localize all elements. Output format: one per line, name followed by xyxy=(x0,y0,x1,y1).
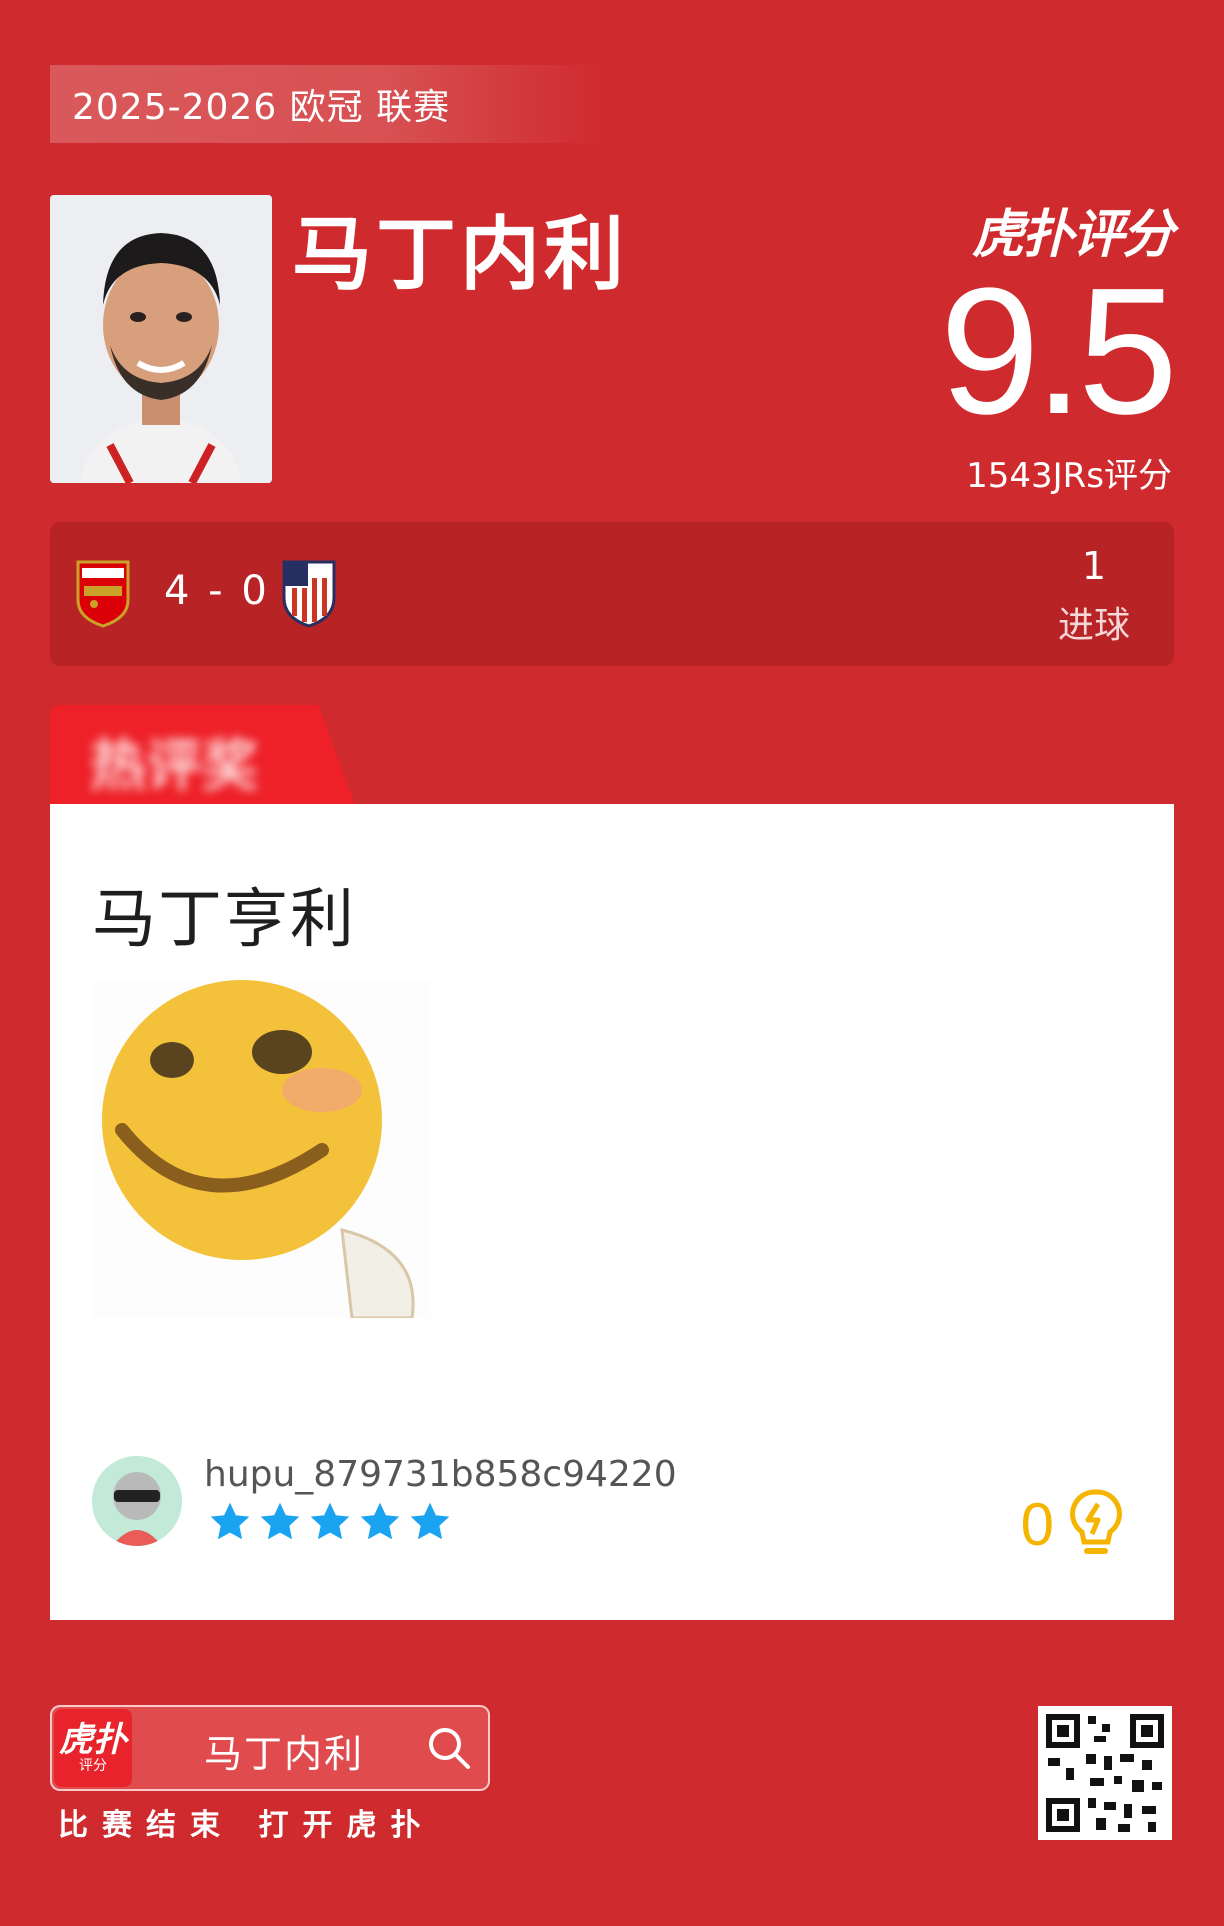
star-icon xyxy=(210,1502,250,1540)
goals-label: 进球 xyxy=(1057,605,1130,646)
qr-code xyxy=(1038,1706,1172,1840)
comment-text: 马丁亨利 xyxy=(92,883,356,957)
open-app-prompt: 比赛结束 打开虎扑 xyxy=(58,1808,435,1843)
player-photo xyxy=(50,195,272,483)
star-icon xyxy=(410,1502,450,1540)
atletico-badge-icon xyxy=(280,558,338,628)
lightbulb-icon xyxy=(1070,1489,1122,1554)
league-label: 2025-2026 欧冠 联赛 xyxy=(72,87,451,128)
user-avatar[interactable] xyxy=(92,1456,182,1546)
app-icon-main: 虎扑 xyxy=(59,1720,127,1760)
rater-count: 1543JRs评分 xyxy=(966,456,1172,496)
username[interactable]: hupu_879731b858c94220 xyxy=(204,1454,677,1495)
hupu-app-icon[interactable]: 虎扑 评分 xyxy=(54,1709,132,1787)
league-banner: 2025-2026 欧冠 联赛 xyxy=(50,65,610,143)
star-icon xyxy=(360,1502,400,1540)
goals-value: 1 xyxy=(1081,544,1107,588)
match-score: 4 - 0 xyxy=(164,568,270,614)
like-button[interactable]: 0 xyxy=(1021,1488,1124,1560)
search-icon[interactable] xyxy=(426,1725,472,1771)
player-name: 马丁内利 xyxy=(292,208,628,301)
star-icon xyxy=(310,1502,350,1540)
tab-hot-comment[interactable]: 热评奖 xyxy=(50,705,355,805)
comment-card[interactable]: 马丁亨利 hupu_879731b858c94220 0 xyxy=(50,804,1174,1620)
match-summary[interactable]: 4 - 0 1 进球 xyxy=(50,522,1174,666)
star-rating xyxy=(208,1500,452,1544)
like-count: 0 xyxy=(1020,1490,1054,1558)
tab-label: 热评奖 xyxy=(90,734,258,799)
app-icon-sub: 评分 xyxy=(79,1758,107,1774)
arsenal-badge-icon xyxy=(74,558,132,628)
smiley-sticker-image xyxy=(92,980,430,1318)
rating-score: 9.5 xyxy=(939,251,1178,452)
star-icon xyxy=(260,1502,300,1540)
search-query: 马丁内利 xyxy=(204,1732,365,1776)
search-bar[interactable]: 虎扑 评分 马丁内利 xyxy=(50,1705,490,1791)
